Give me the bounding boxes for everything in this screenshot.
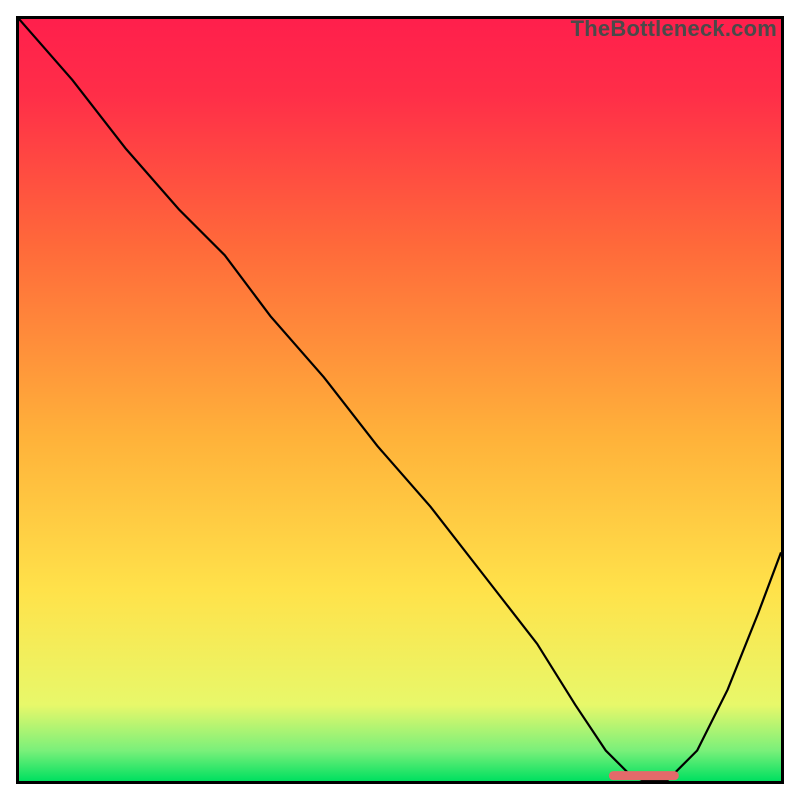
chart-frame: TheBottleneck.com — [0, 0, 800, 800]
plot-area: TheBottleneck.com — [16, 16, 784, 784]
gradient-background — [19, 19, 781, 781]
chart-svg — [19, 19, 781, 781]
watermark-text: TheBottleneck.com — [571, 16, 777, 42]
